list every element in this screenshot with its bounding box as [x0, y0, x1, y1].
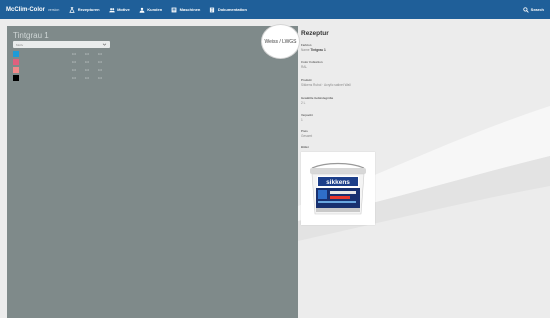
colorant-value: 0.0 — [71, 52, 76, 56]
color-preview-panel: Tintgrau 1 Motiv 0.0 0.0 0.0 0.0 0.0 0.0… — [7, 26, 298, 318]
motif-select[interactable]: Motiv — [13, 41, 110, 48]
search-label: Search — [530, 7, 544, 12]
colorant-list: 0.0 0.0 0.0 0.0 0.0 0.0 0.0 0.0 0.0 0.0 … — [13, 50, 110, 82]
shade-name: Tintgrau 1 — [310, 48, 326, 52]
color-swatch — [13, 51, 19, 57]
field-label: Gewählte Gebindegröße — [301, 96, 334, 100]
field-label: Produkt — [301, 78, 312, 82]
machine-icon — [171, 7, 177, 13]
nav-item-dokumentation[interactable]: Dokumentation — [209, 7, 247, 13]
colorant-value: 0.0 — [84, 76, 89, 80]
field-product: Produkt Sikkens Rubol · Acrylic satinet … — [301, 78, 351, 87]
colorant-value: 0.0 — [71, 68, 76, 72]
field-images: Bilder — [301, 145, 309, 149]
base-badge: Weiss / LWGS — [262, 25, 299, 58]
colorant-value: 0.0 — [71, 76, 76, 80]
product-image[interactable]: sikkens — [301, 152, 375, 225]
nav-item-label: Kunden — [147, 7, 163, 12]
people-icon — [108, 7, 115, 13]
search-button[interactable]: Search — [522, 6, 544, 13]
colorant-value: 0.0 — [97, 52, 102, 56]
field-packaged: Verpackt 1 — [301, 113, 313, 122]
nav-item-label: Dokumentation — [217, 7, 247, 12]
recipe-panel: Rezeptur Farbton Name Tintgrau 1 Color C… — [298, 26, 550, 318]
nav-item-rezepturen[interactable]: Rezepturen — [69, 6, 100, 13]
colorant-value: 0.0 — [84, 60, 89, 64]
colorant-value: 0.0 — [97, 68, 102, 72]
list-item[interactable]: 0.0 0.0 0.0 — [13, 58, 110, 66]
field-collection: Color Collection RAL — [301, 60, 323, 69]
field-label: Farbton — [301, 43, 312, 47]
page-title: Rezeptur — [301, 30, 329, 37]
field-container-size: Gewählte Gebindegröße 2 L — [301, 96, 333, 105]
nav-item-label: Maschinen — [179, 7, 201, 12]
colorant-value: 0.0 — [84, 68, 89, 72]
color-swatch — [13, 75, 19, 81]
app-brand[interactable]: McClim-Color — [6, 7, 45, 13]
paint-bucket-image: sikkens — [310, 162, 366, 214]
list-item[interactable]: 0.0 0.0 0.0 — [13, 50, 110, 58]
field-price: Preis Gesamt — [301, 129, 312, 138]
nav-item-label: Motive — [117, 7, 130, 12]
flask-icon — [69, 6, 75, 13]
nav-item-maschinen[interactable]: Maschinen — [171, 7, 200, 13]
field-value: 1 — [301, 118, 303, 122]
colorant-value: 0.0 — [84, 52, 89, 56]
colorant-value: 0.0 — [97, 60, 102, 64]
field-value: Name Tintgrau 1 — [301, 48, 326, 52]
brand-logo-text: sikkens — [326, 179, 350, 186]
field-value: Gesamt — [301, 134, 313, 138]
field-value: Sikkens Rubol · Acrylic satinet Wall — [301, 83, 351, 87]
search-icon — [522, 6, 529, 13]
document-icon — [209, 7, 215, 13]
field-label: Verpackt — [301, 113, 313, 117]
field-value: RAL — [301, 65, 308, 69]
user-icon — [139, 7, 145, 13]
color-swatch — [13, 59, 19, 65]
field-label: Color Collection — [301, 60, 323, 64]
list-item[interactable]: 0.0 0.0 0.0 — [13, 66, 110, 74]
motif-select-value: Motiv — [16, 42, 24, 47]
preview-title: Tintgrau 1 — [13, 31, 49, 40]
list-item[interactable]: 0.0 0.0 0.0 — [13, 74, 110, 82]
colorant-value: 0.0 — [71, 60, 76, 64]
app-version: version — [48, 7, 60, 12]
field-prefix: Name — [301, 48, 310, 52]
field-label: Bilder — [301, 145, 309, 149]
colorant-value: 0.0 — [97, 76, 102, 80]
field-label: Preis — [301, 129, 308, 133]
nav-item-kunden[interactable]: Kunden — [139, 7, 162, 13]
nav-item-motive[interactable]: Motive — [108, 7, 130, 13]
field-shade: Farbton Name Tintgrau 1 — [301, 43, 326, 52]
field-value: 2 L — [301, 101, 306, 105]
color-swatch — [13, 67, 19, 73]
top-navigation-bar: McClim-Color version Rezepturen Motive K… — [0, 0, 550, 19]
nav-item-label: Rezepturen — [77, 7, 100, 12]
chevron-down-icon — [102, 42, 107, 47]
